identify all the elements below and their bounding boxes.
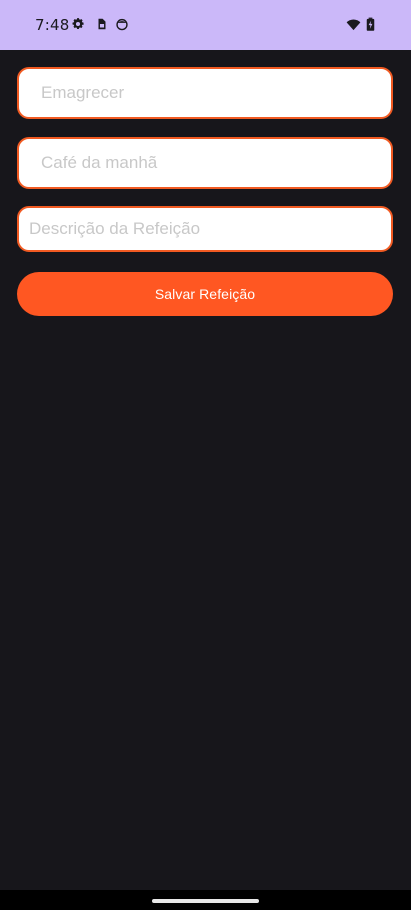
save-meal-button[interactable]: Salvar Refeição	[17, 272, 393, 316]
goal-input[interactable]	[19, 69, 391, 117]
meal-type-field[interactable]	[17, 137, 393, 189]
meal-form: Salvar Refeição	[0, 50, 411, 890]
sim-card-icon	[98, 18, 106, 30]
notification-face-icon	[116, 18, 128, 31]
status-time: 7:48	[35, 16, 70, 34]
status-bar: 7:48	[0, 0, 411, 50]
meal-description-field[interactable]	[17, 206, 393, 252]
meal-description-input[interactable]	[19, 208, 391, 250]
home-gesture-handle[interactable]	[152, 899, 259, 903]
gear-icon	[72, 18, 84, 30]
goal-field[interactable]	[17, 67, 393, 119]
meal-type-input[interactable]	[19, 139, 391, 187]
navigation-bar	[0, 890, 411, 910]
battery-icon	[366, 17, 375, 31]
wifi-icon	[346, 19, 361, 31]
